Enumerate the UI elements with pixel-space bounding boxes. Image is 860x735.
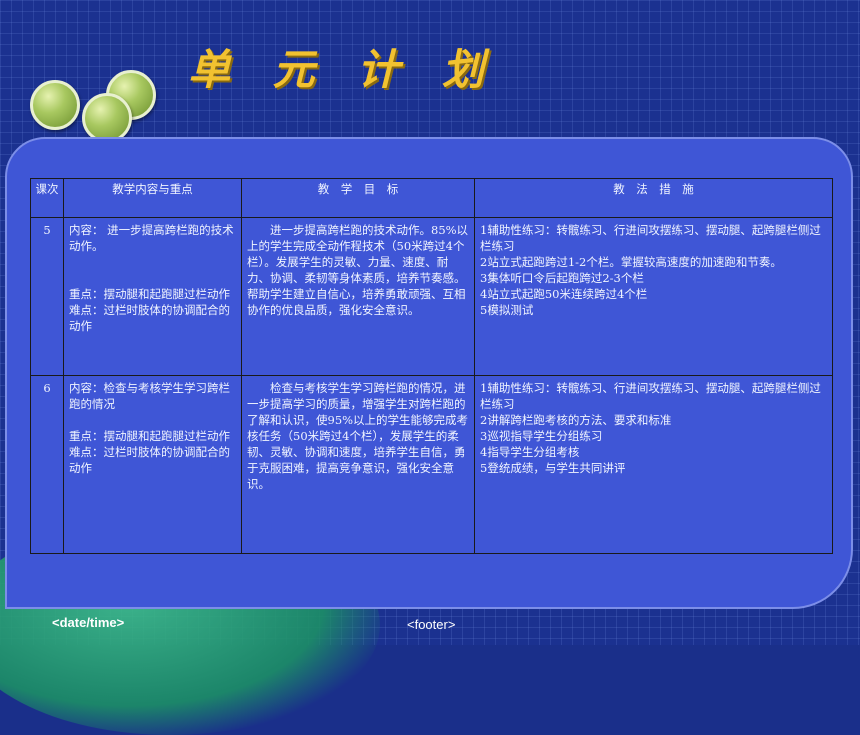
method-item: 1辅助性练习：转髋练习、行进间攻摆练习、摆动腿、起跨腿栏侧过栏练习: [480, 381, 821, 411]
content-cell: 内容：检查与考核学生学习跨栏跑的情况 重点：摆动腿和起跑腿过栏动作 难点：过栏时…: [63, 375, 242, 554]
decorative-circle: [82, 93, 132, 143]
difficulty-line: 难点：过栏时肢体的协调配合的动作: [69, 303, 230, 333]
focus-line: 重点：摆动腿和起跑腿过栏动作: [69, 429, 230, 443]
method-item: 3巡视指导学生分组练习: [480, 429, 603, 443]
table-row: 6 内容：检查与考核学生学习跨栏跑的情况 重点：摆动腿和起跑腿过栏动作 难点：过…: [30, 375, 833, 554]
methods-cell: 1辅助性练习：转髋练习、行进间攻摆练习、摆动腿、起跨腿栏侧过栏练习 2讲解跨栏跑…: [474, 375, 833, 554]
table-header-row: 课次 教学内容与重点 教 学 目 标 教 法 措 施: [30, 178, 833, 218]
difficulty-line: 难点：过栏时肢体的协调配合的动作: [69, 445, 230, 475]
method-item: 5登统成绩，与学生共同讲评: [480, 461, 626, 475]
goal-cell: 检查与考核学生学习跨栏跑的情况，进一步提高学习的质量，增强学生对跨栏跑的了解和认…: [241, 375, 475, 554]
goal-cell: 进一步提高跨栏跑的技术动作。85%以上的学生完成全动作程技术（50米跨过4个栏）…: [241, 217, 475, 376]
method-item: 3集体听口令后起跑跨过2-3个栏: [480, 271, 644, 285]
lesson-number: 6: [30, 375, 64, 554]
lesson-number: 5: [30, 217, 64, 376]
goal-text: 检查与考核学生学习跨栏跑的情况，进一步提高学习的质量，增强学生对跨栏跑的了解和认…: [247, 381, 469, 491]
focus-line: 重点：摆动腿和起跑腿过栏动作: [69, 287, 230, 301]
method-item: 4指导学生分组考核: [480, 445, 580, 459]
footer-date: <date/time>: [52, 615, 125, 630]
header-goal: 教 学 目 标: [241, 178, 475, 218]
content-line: 内容： 进一步提高跨栏跑的技术动作。: [69, 223, 234, 253]
method-item: 5模拟测试: [480, 303, 534, 317]
unit-plan-table: 课次 教学内容与重点 教 学 目 标 教 法 措 施 5 内容： 进一步提高跨栏…: [30, 178, 833, 554]
slide-title: 单 元 计 划: [188, 45, 498, 94]
decorative-circle: [30, 80, 80, 130]
method-item: 2站立式起跑跨过1-2个栏。掌握较高速度的加速跑和节奏。: [480, 255, 782, 269]
method-item: 4站立式起跑50米连续跨过4个栏: [480, 287, 648, 301]
header-lesson: 课次: [30, 178, 64, 218]
content-line: 内容：检查与考核学生学习跨栏跑的情况: [69, 381, 230, 411]
content-cell: 内容： 进一步提高跨栏跑的技术动作。 重点：摆动腿和起跑腿过栏动作 难点：过栏时…: [63, 217, 242, 376]
header-content: 教学内容与重点: [63, 178, 242, 218]
method-item: 2讲解跨栏跑考核的方法、要求和标准: [480, 413, 672, 427]
header-methods: 教 法 措 施: [474, 178, 833, 218]
goal-text: 进一步提高跨栏跑的技术动作。85%以上的学生完成全动作程技术（50米跨过4个栏）…: [247, 223, 469, 317]
footer-text: <footer>: [407, 617, 456, 632]
methods-cell: 1辅助性练习：转髋练习、行进间攻摆练习、摆动腿、起跨腿栏侧过栏练习 2站立式起跑…: [474, 217, 833, 376]
table-row: 5 内容： 进一步提高跨栏跑的技术动作。 重点：摆动腿和起跑腿过栏动作 难点：过…: [30, 217, 833, 376]
method-item: 1辅助性练习：转髋练习、行进间攻摆练习、摆动腿、起跨腿栏侧过栏练习: [480, 223, 821, 253]
